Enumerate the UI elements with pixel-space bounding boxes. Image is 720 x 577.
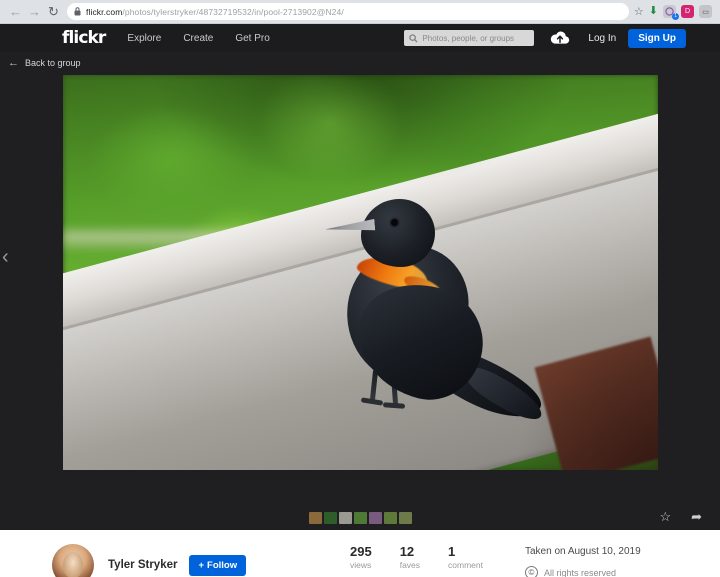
browser-actions: ☆ ⬇ 1 D ▭ [634, 5, 714, 20]
thumbnail-1[interactable] [308, 512, 322, 524]
thumbnail-4[interactable] [353, 512, 367, 524]
thumbnail-7[interactable] [398, 512, 412, 524]
favorite-star-icon[interactable]: ☆ [659, 510, 671, 523]
bookmark-star-icon[interactable]: ☆ [634, 5, 644, 18]
plus-icon: + [198, 559, 205, 571]
photo-stats: 295 views 12 faves 1 comment [350, 544, 483, 571]
photo-actions: ☆ ➦ [659, 510, 702, 523]
previous-photo-chevron-icon[interactable]: ‹ [2, 246, 9, 269]
extension-icon-3[interactable]: ▭ [699, 5, 712, 18]
extension-icon-2[interactable]: D [681, 5, 694, 18]
license-row[interactable]: © All rights reserved [525, 566, 641, 577]
url-text: flickr.com/photos/tylerstryker/487327195… [86, 7, 344, 17]
url-domain: flickr.com [86, 6, 123, 17]
reload-button[interactable]: ↻ [44, 2, 63, 21]
address-bar[interactable]: flickr.com/photos/tylerstryker/487327195… [67, 3, 629, 20]
back-button[interactable]: ← [6, 2, 25, 21]
login-link[interactable]: Log In [588, 33, 616, 44]
upload-cloud-icon[interactable] [550, 31, 570, 45]
flickr-header: flickr Explore Create Get Pro Photos, pe… [0, 24, 720, 52]
taken-date: Taken on August 10, 2019 [525, 546, 641, 557]
bird-eye [390, 219, 398, 226]
thumbnail-5[interactable] [368, 512, 382, 524]
thumbnail-6[interactable] [383, 512, 397, 524]
stat-faves: 12 faves [400, 544, 420, 571]
signup-button[interactable]: Sign Up [628, 28, 686, 48]
photo-info-panel: Tyler Stryker + Follow 295 views 12 fave… [0, 530, 720, 577]
faves-label: faves [399, 560, 421, 570]
avatar[interactable] [52, 544, 94, 577]
extension-icon-1[interactable]: 1 [663, 5, 679, 20]
download-arrow-icon[interactable]: ⬇ [649, 6, 658, 17]
views-count: 295 [350, 544, 372, 559]
author-name[interactable]: Tyler Stryker [108, 559, 177, 571]
stat-views: 295 views [350, 544, 372, 571]
photo-stage: ‹ [0, 74, 720, 506]
nav-create[interactable]: Create [183, 33, 213, 44]
bird-foot-right [382, 402, 405, 409]
back-to-group-label: Back to group [25, 58, 81, 68]
comment-count: 1 [448, 544, 456, 559]
bird-head [360, 199, 435, 267]
nav-get-pro[interactable]: Get Pro [235, 33, 269, 44]
thumbnail-3[interactable] [338, 512, 352, 524]
thumbnail-strip[interactable] [308, 512, 412, 524]
filmstrip-row: ☆ ➦ [0, 506, 720, 530]
extension-badge: 1 [672, 13, 679, 20]
back-to-group-link[interactable]: ← Back to group [0, 52, 720, 74]
stat-comments: 1 comment [448, 544, 483, 571]
nav-explore[interactable]: Explore [127, 33, 161, 44]
main-photo[interactable] [62, 75, 658, 470]
url-path: /photos/tylerstryker/48732719532/in/pool… [122, 6, 344, 17]
views-label: views [350, 560, 372, 570]
search-placeholder: Photos, people, or groups [422, 33, 515, 43]
thumbnail-2[interactable] [323, 512, 337, 524]
license-text: All rights reserved [544, 567, 617, 577]
photo-meta: Taken on August 10, 2019 © All rights re… [525, 544, 641, 577]
flickr-logo[interactable]: flickr [62, 28, 106, 48]
faves-count: 12 [399, 544, 415, 559]
bird-foot-left [360, 397, 383, 406]
comment-label: comment [448, 560, 483, 570]
copyright-icon: © [525, 566, 538, 577]
forward-button[interactable]: → [25, 2, 44, 21]
arrow-left-icon: ← [8, 57, 19, 69]
bird-leg-left [369, 370, 378, 402]
share-arrow-icon[interactable]: ➦ [691, 510, 702, 523]
search-input[interactable]: Photos, people, or groups [404, 30, 535, 46]
browser-toolbar: ← → ↻ flickr.com/photos/tylerstryker/487… [0, 0, 720, 24]
lock-icon [74, 7, 81, 16]
red-winged-blackbird [295, 193, 550, 453]
search-icon [409, 33, 418, 43]
follow-label: Follow [207, 559, 238, 571]
follow-button[interactable]: + Follow [189, 554, 247, 576]
author-section: Tyler Stryker + Follow [52, 544, 320, 577]
